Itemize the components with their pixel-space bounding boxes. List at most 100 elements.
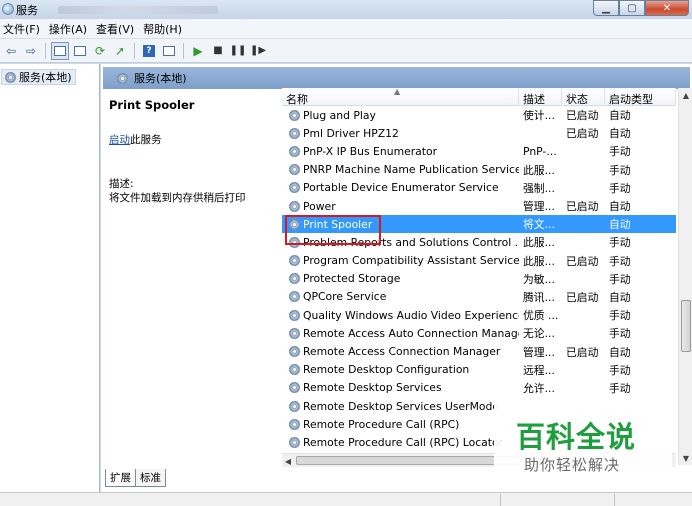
description-label: 描述: [109, 178, 134, 190]
service-gear-icon [289, 236, 300, 248]
service-gear-icon [289, 436, 300, 448]
menu-file[interactable]: 文件(F) [0, 21, 45, 37]
service-startup-type-cell: 手动 [609, 363, 631, 377]
menu-action[interactable]: 操作(A) [45, 21, 92, 37]
start-service-link[interactable]: 启动 [109, 134, 130, 146]
close-button[interactable]: ✕ [645, 0, 689, 16]
view-icon[interactable] [160, 42, 178, 60]
service-description-cell: 腾讯... [523, 290, 555, 304]
service-row[interactable]: QPCore Service 腾讯... 已启动 自动 [282, 288, 676, 306]
service-gear-icon [289, 418, 300, 430]
service-row[interactable]: Pml Driver HPZ12 已启动 自动 [282, 124, 676, 142]
service-description-cell: 此服... [523, 163, 555, 177]
service-gear-icon [289, 327, 300, 339]
menu-bar: 文件(F) 操作(A) 查看(V) 帮助(H) [0, 19, 692, 39]
service-name-text: QPCore Service [303, 290, 387, 304]
service-row[interactable]: Remote Desktop Services 允许... 手动 [282, 379, 676, 397]
service-row[interactable]: Plug and Play 使计... 已启动 自动 [282, 106, 676, 124]
service-row[interactable]: Quality Windows Audio Video Experience 优质… [282, 306, 676, 324]
console-tree-icon[interactable] [51, 41, 69, 60]
tab-extended[interactable]: 扩展 [105, 469, 136, 487]
service-name-text: Portable Device Enumerator Service [303, 181, 499, 195]
minimize-button[interactable]: ▁ [593, 0, 619, 16]
service-name-text: Plug and Play [303, 108, 376, 122]
start-service-suffix: 此服务 [130, 134, 162, 146]
service-name-text: Remote Desktop Configuration [303, 363, 470, 377]
pause-service-icon[interactable]: ❚❚ [229, 42, 247, 60]
service-name-text: Remote Desktop Services UserMode [303, 399, 500, 413]
forward-arrow-icon[interactable]: ⇨ [22, 42, 40, 60]
service-gear-icon [289, 400, 300, 412]
service-description-cell: 管理... [523, 345, 555, 359]
vertical-scroll-thumb[interactable] [681, 300, 691, 352]
service-row[interactable]: Power 管理... 已启动 自动 [282, 197, 676, 215]
stop-service-icon[interactable]: ■ [209, 42, 227, 60]
back-arrow-icon[interactable]: ⇦ [2, 42, 20, 60]
service-status-cell: 已启动 [566, 109, 599, 123]
service-row[interactable]: Remote Access Connection Manager 管理... 已启动… [282, 342, 676, 360]
window-controls: ▁ ▢ ✕ [593, 0, 689, 16]
service-name-cell: Remote Desktop Services [282, 381, 519, 394]
tab-standard[interactable]: 标准 [135, 469, 166, 487]
description-text: 将文件加载到内存供稍后打印 [109, 192, 246, 204]
service-startup-type-cell: 手动 [609, 254, 631, 268]
service-row[interactable]: Portable Device Enumerator Service 强制... 手… [282, 179, 676, 197]
menu-help[interactable]: 帮助(H) [139, 21, 187, 37]
service-gear-icon [289, 145, 300, 157]
service-startup-type-cell: 自动 [609, 218, 631, 232]
service-name-cell: Print Spooler [282, 218, 519, 231]
scroll-down-arrow-icon[interactable]: ▼ [679, 451, 692, 465]
toolbar-separator [134, 42, 135, 59]
service-row[interactable]: PnP-X IP Bus Enumerator PnP-... 手动 [282, 142, 676, 160]
service-gear-icon [289, 109, 300, 121]
watermark: 百科全说 助你轻松解决 [494, 404, 672, 486]
service-description-cell: 管理... [523, 200, 555, 214]
service-name-cell: Protected Storage [282, 272, 519, 285]
service-gear-icon [289, 382, 300, 394]
panel-header: 服务(本地) [103, 67, 690, 89]
service-description-cell: 强制... [523, 181, 555, 195]
service-name-cell: Remote Access Auto Connection Manager [282, 327, 519, 340]
status-divider [500, 494, 501, 506]
service-row[interactable]: Remote Desktop Configuration 远程... 手动 [282, 361, 676, 379]
properties-icon[interactable] [71, 42, 89, 60]
status-divider [614, 494, 615, 506]
service-description-cell: 无论... [523, 327, 555, 341]
menu-view[interactable]: 查看(V) [92, 21, 139, 37]
service-name-cell: Remote Desktop Configuration [282, 363, 519, 376]
service-name-cell: Pml Driver HPZ12 [282, 127, 519, 140]
column-header-status[interactable]: 状态 [562, 88, 605, 106]
export-icon[interactable]: ➚ [111, 42, 129, 60]
vertical-scrollbar[interactable]: ▲ ▼ [678, 88, 692, 465]
service-name-cell: PnP-X IP Bus Enumerator [282, 145, 519, 158]
title-bar: 服务 ▁ ▢ ✕ [0, 0, 692, 19]
gear-icon [117, 72, 128, 84]
scroll-left-arrow-icon[interactable]: ◀ [282, 454, 294, 468]
service-row[interactable]: Remote Access Auto Connection Manager 无论.… [282, 324, 676, 342]
service-description-cell: 此服... [523, 254, 555, 268]
services-rows: Plug and Play 使计... 已启动 自动 Pml Driver HPZ12 已… [282, 106, 676, 452]
maximize-button[interactable]: ▢ [619, 0, 645, 16]
service-name-cell: Program Compatibility Assistant Service [282, 254, 519, 267]
service-name-text: Remote Access Auto Connection Manager [303, 326, 519, 340]
scroll-up-arrow-icon[interactable]: ▲ [679, 88, 692, 102]
help-icon[interactable]: ? [140, 42, 158, 60]
services-app-icon [2, 3, 14, 15]
service-name-cell: Remote Access Connection Manager [282, 345, 519, 358]
restart-service-icon[interactable]: ❚▶ [249, 42, 267, 60]
service-startup-type-cell: 自动 [609, 109, 631, 123]
start-service-icon[interactable]: ▶ [189, 42, 207, 60]
tree-item-services-local[interactable]: 服务(本地) [1, 69, 76, 85]
column-header-description[interactable]: 描述 [519, 88, 562, 106]
column-header-name[interactable]: 名称 ▲ [282, 88, 519, 106]
service-row[interactable]: Print Spooler 将文... 自动 [282, 215, 676, 234]
service-row[interactable]: Problem Reports and Solutions Control ..… [282, 233, 676, 251]
service-row[interactable]: PNRP Machine Name Publication Service 此服.… [282, 161, 676, 179]
service-row[interactable]: Program Compatibility Assistant Service 此… [282, 252, 676, 270]
service-status-cell: 已启动 [566, 254, 599, 268]
service-name-cell: Remote Procedure Call (RPC) [282, 418, 519, 431]
refresh-icon[interactable]: ⟳ [91, 42, 109, 60]
service-row[interactable]: Protected Storage 为敏... 手动 [282, 270, 676, 288]
column-header-startup-type[interactable]: 启动类型 [605, 88, 676, 106]
service-startup-type-cell: 手动 [609, 163, 631, 177]
